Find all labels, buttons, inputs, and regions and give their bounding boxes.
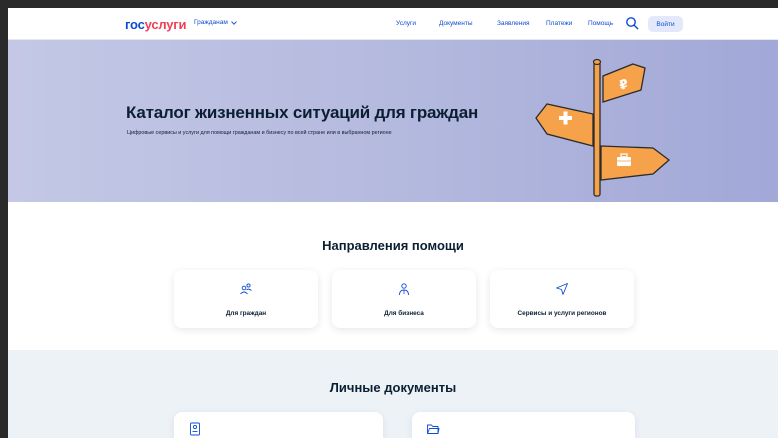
card-business[interactable]: Для бизнеса xyxy=(332,270,476,328)
page-frame: госуслуги Гражданам Услуги Документы Зая… xyxy=(8,8,778,438)
page-subtitle: Цифровые сервисы и услуги для помощи гра… xyxy=(127,130,392,136)
signpost-illustration: ₽ xyxy=(535,58,671,197)
logo-part-uslugi: услуги xyxy=(144,17,187,32)
login-button[interactable]: Войти xyxy=(648,16,683,32)
folder-icon xyxy=(427,424,440,434)
card-citizens-label: Для граждан xyxy=(225,310,267,317)
card-business-label: Для бизнеса xyxy=(384,310,424,317)
search-icon[interactable] xyxy=(625,16,639,30)
card-regions-label: Сервисы и услуги регионов xyxy=(517,310,607,317)
card-regions[interactable]: Сервисы и услуги регионов xyxy=(490,270,634,328)
navigation-arrow-icon xyxy=(556,283,568,295)
directions-section: Направления помощи Для граждан Для бизне… xyxy=(8,202,778,350)
logo-part-gos: гос xyxy=(125,17,145,32)
directions-title: Направления помощи xyxy=(322,238,464,253)
nav-applications[interactable]: Заявления xyxy=(497,20,530,27)
card-citizens[interactable]: Для граждан xyxy=(174,270,318,328)
nav-payments[interactable]: Платежи xyxy=(546,20,572,27)
page-title: Каталог жизненных ситуаций для граждан xyxy=(126,103,479,122)
gosuslugi-logo[interactable]: госуслуги xyxy=(125,17,187,32)
doc-card-folder[interactable] xyxy=(412,412,635,438)
hero-banner: Каталог жизненных ситуаций для граждан Ц… xyxy=(8,40,778,202)
nav-services[interactable]: Услуги xyxy=(396,20,416,27)
documents-section: Личные документы xyxy=(8,350,778,438)
site-header: госуслуги Гражданам Услуги Документы Зая… xyxy=(8,8,778,40)
nav-documents[interactable]: Документы xyxy=(439,20,473,27)
people-icon xyxy=(240,283,252,295)
documents-title: Личные документы xyxy=(329,380,457,395)
person-icon xyxy=(399,283,409,296)
doc-card-id[interactable] xyxy=(174,412,383,438)
nav-help[interactable]: Помощь xyxy=(588,20,613,27)
audience-dropdown[interactable]: Гражданам xyxy=(194,19,237,26)
id-card-icon xyxy=(190,422,200,436)
audience-label: Гражданам xyxy=(194,19,228,26)
chevron-down-icon xyxy=(231,20,237,25)
